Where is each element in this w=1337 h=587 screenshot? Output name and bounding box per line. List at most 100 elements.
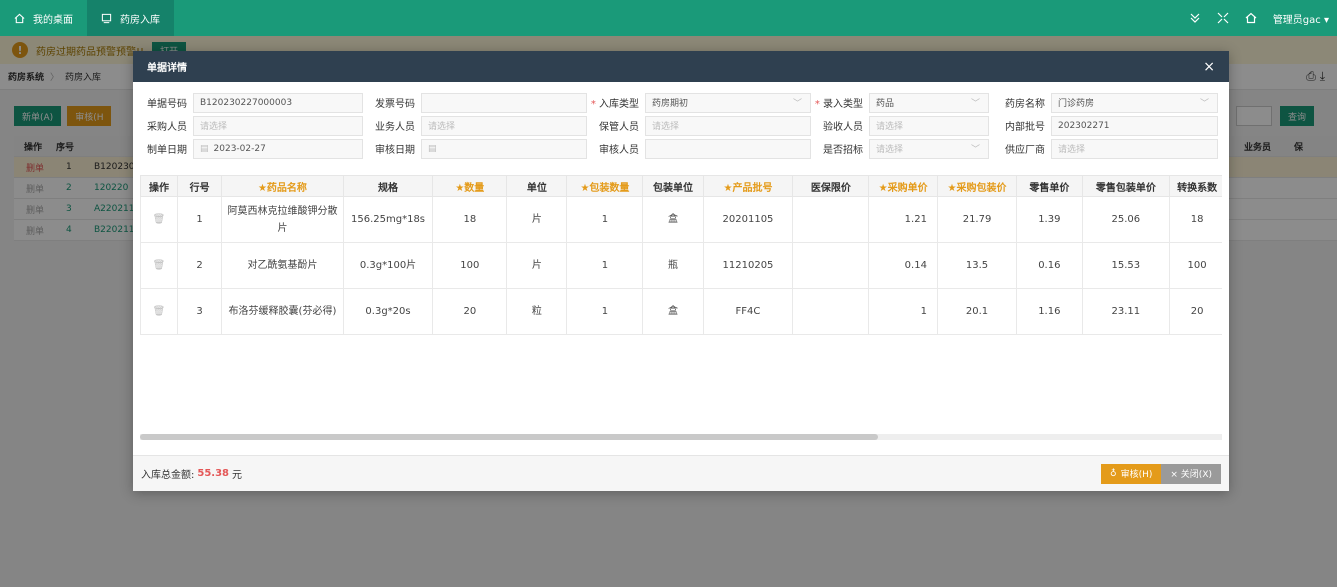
table-row[interactable]: 🗑 3 布洛芬缓释胶囊(芬必得) 0.3g*20s 20 粒 1 盒 FF4C … — [140, 288, 1222, 335]
purchaser-field[interactable]: 请选择 — [193, 115, 363, 136]
home-icon[interactable] — [1245, 12, 1257, 24]
cell-factor: 100 — [1169, 242, 1222, 289]
audit-button[interactable]: ♁ 审核(H) — [1101, 463, 1162, 484]
cell-retail-pkg-price: 25.06 — [1081, 196, 1171, 243]
business-staff-field[interactable]: 请选择 — [421, 115, 587, 136]
cell-retail-price: 1.16 — [1016, 288, 1083, 335]
total-unit: 元 — [232, 470, 243, 481]
cell-qty[interactable]: 100 — [432, 242, 508, 289]
fullscreen-icon[interactable] — [1217, 12, 1229, 24]
cell-drug-name[interactable]: 布洛芬缓释胶囊(芬必得) — [221, 288, 344, 335]
tab-pharmacy-inbound[interactable]: 药房入库 — [87, 0, 174, 36]
cell-unit: 片 — [506, 242, 568, 289]
cell-retail-pkg-price: 15.53 — [1081, 242, 1171, 289]
field-label: 审核人员 — [599, 145, 639, 156]
chevron-down-icon: ﹀ — [1199, 99, 1209, 109]
close-label: × 关闭(X) — [1170, 470, 1212, 480]
cell-pkg-unit: 盒 — [642, 288, 704, 335]
field-label: * 入库类型 — [590, 99, 639, 110]
modal-title: 单据详情 — [147, 63, 187, 74]
header-qty: ★数量 — [432, 175, 508, 197]
audit-date-field[interactable]: ▤ — [421, 138, 587, 159]
top-navbar: 我的桌面 药房入库 管理员gac ▾ — [0, 0, 1337, 36]
cell-spec: 0.3g*20s — [342, 288, 434, 335]
cell-batch[interactable]: 20201105 — [702, 196, 794, 243]
cell-insurance-limit — [792, 242, 870, 289]
header-op: 操作 — [140, 175, 178, 197]
select-value: 药房期初 — [652, 99, 689, 109]
cell-retail-price: 0.16 — [1016, 242, 1083, 289]
acceptor-field[interactable]: 请选择 — [869, 115, 989, 136]
field-label: 单据号码 — [147, 99, 187, 110]
cell-buy-price[interactable]: 1 — [868, 288, 938, 335]
cell-pkg-unit: 盒 — [642, 196, 704, 243]
invoice-number-field[interactable] — [421, 92, 587, 113]
internal-batch-field[interactable]: 202302271 — [1051, 115, 1218, 136]
pharmacy-name-select[interactable]: 门诊药房 ﹀ — [1051, 92, 1218, 113]
user-menu[interactable]: 管理员gac ▾ — [1273, 11, 1329, 26]
header-pkg-unit: 包装单位 — [642, 175, 704, 197]
inbound-type-select[interactable]: 药房期初 ﹀ — [645, 92, 811, 113]
table-row[interactable]: 🗑 1 阿莫西林克拉维酸钾分散片 156.25mg*18s 18 片 1 盒 2… — [140, 196, 1222, 243]
field-label: 业务人员 — [375, 122, 415, 133]
supplier-field[interactable]: 请选择 — [1051, 138, 1218, 159]
select-value: 门诊药房 — [1058, 99, 1095, 109]
cell-unit: 粒 — [506, 288, 568, 335]
field-label: * 录入类型 — [814, 99, 863, 110]
table-row[interactable]: 🗑 2 对乙酰氨基酚片 0.3g*100片 100 片 1 瓶 11210205… — [140, 242, 1222, 289]
field-label: 是否招标 — [823, 145, 863, 156]
cell-buy-pkg-price[interactable]: 13.5 — [936, 242, 1018, 289]
select-placeholder: 请选择 — [876, 145, 904, 155]
cell-buy-price[interactable]: 0.14 — [868, 242, 938, 289]
cell-qty[interactable]: 18 — [432, 196, 508, 243]
cell-qty[interactable]: 20 — [432, 288, 508, 335]
cell-unit: 片 — [506, 196, 568, 243]
tab-my-desktop[interactable]: 我的桌面 — [0, 0, 87, 36]
home-icon — [14, 13, 25, 24]
header-retail-price: 零售单价 — [1016, 175, 1083, 197]
tender-select[interactable]: 请选择 ﹀ — [869, 138, 989, 159]
scrollbar-thumb[interactable] — [140, 434, 878, 440]
trash-icon[interactable]: 🗑 — [140, 242, 178, 289]
cell-drug-name[interactable]: 对乙酰氨基酚片 — [221, 242, 344, 289]
cell-pkg-qty[interactable]: 1 — [566, 196, 644, 243]
cell-factor: 20 — [1169, 288, 1222, 335]
cell-pkg-qty[interactable]: 1 — [566, 288, 644, 335]
date-value: 2023-02-27 — [213, 143, 266, 154]
cell-line: 3 — [176, 288, 223, 335]
cell-buy-pkg-price[interactable]: 21.79 — [936, 196, 1018, 243]
auditor-field[interactable] — [645, 138, 811, 159]
field-label: 供应厂商 — [1005, 145, 1045, 156]
cell-drug-name[interactable]: 阿莫西林克拉维酸钾分散片 — [221, 196, 344, 243]
cell-batch[interactable]: 11210205 — [702, 242, 794, 289]
order-number-field[interactable]: B120230227000003 — [193, 92, 363, 113]
header-retail-pkg-price: 零售包装单价 — [1081, 175, 1171, 197]
select-value: 药品 — [876, 99, 895, 109]
create-date-field[interactable]: ▤ 2023-02-27 — [193, 138, 363, 159]
horizontal-scrollbar[interactable] — [140, 434, 1222, 440]
header-unit: 单位 — [506, 175, 568, 197]
close-icon[interactable]: × — [1203, 59, 1215, 75]
chevron-down-icon: ﹀ — [792, 99, 802, 109]
close-button[interactable]: × 关闭(X) — [1161, 463, 1221, 484]
field-label: 内部批号 — [1005, 122, 1045, 133]
field-label: 验收人员 — [823, 122, 863, 133]
cell-pkg-qty[interactable]: 1 — [566, 242, 644, 289]
collapse-icon[interactable] — [1189, 12, 1201, 24]
cell-buy-price[interactable]: 1.21 — [868, 196, 938, 243]
cell-buy-pkg-price[interactable]: 20.1 — [936, 288, 1018, 335]
entry-type-select[interactable]: 药品 ﹀ — [869, 92, 989, 113]
trash-icon[interactable]: 🗑 — [140, 288, 178, 335]
header-buy-price: ★采购单价 — [868, 175, 938, 197]
cell-batch[interactable]: FF4C — [702, 288, 794, 335]
header-insurance-limit: 医保限价 — [792, 175, 870, 197]
form-row: 单据号码 B120230227000003 发票号码 * 入库类型 药房期初 ﹀ * … — [139, 91, 1222, 114]
keeper-field[interactable]: 请选择 — [645, 115, 811, 136]
detail-table: 操作 行号 ★药品名称 规格 ★数量 单位 ★包装数量 包装单位 ★产品批号 医… — [140, 175, 1222, 335]
trash-icon[interactable]: 🗑 — [140, 196, 178, 243]
cell-retail-price: 1.39 — [1016, 196, 1083, 243]
form-row: 制单日期 ▤ 2023-02-27 审核日期 ▤ 审核人员 是否招标 请选择 ﹀ 供应厂商… — [139, 137, 1222, 160]
inventory-icon — [101, 13, 112, 24]
header-spec: 规格 — [342, 175, 434, 197]
field-label: 审核日期 — [375, 145, 415, 156]
